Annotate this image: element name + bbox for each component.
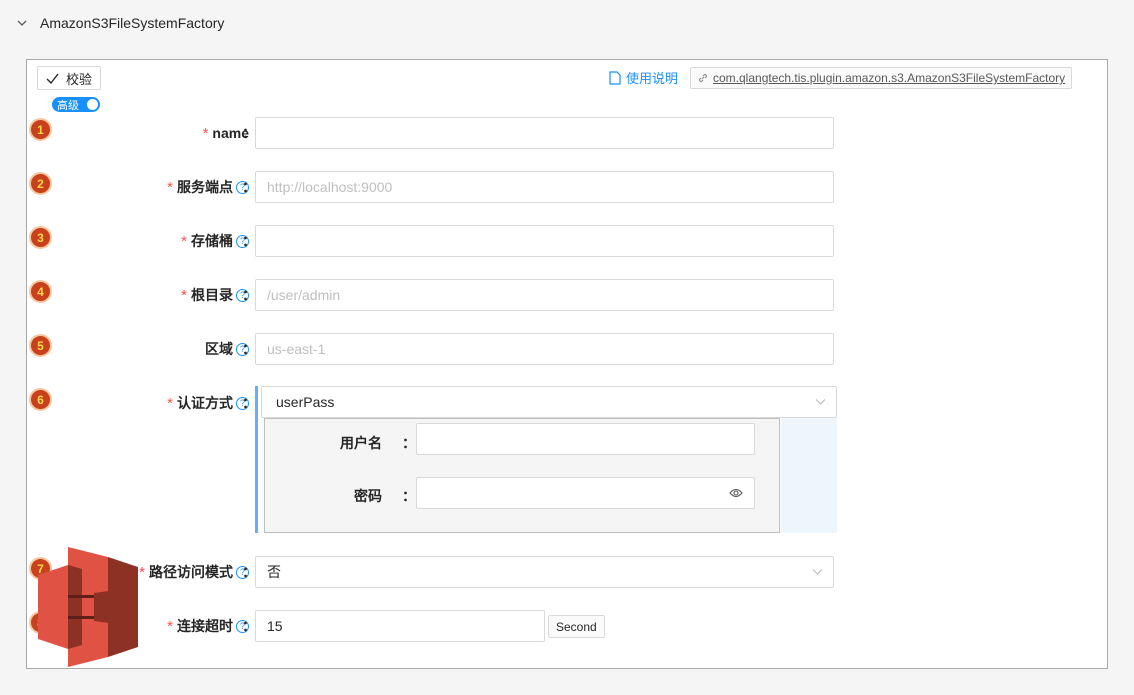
username-input[interactable] [416,423,755,455]
field-label-auth: * 认证方式 ? [167,387,249,419]
document-icon [609,70,621,85]
field-label-text: 区域 [205,341,233,357]
chevron-down-icon [815,399,826,405]
plugin-config-panel: 校验 高级 使用说明 com.qlangtech.tis.plugin.amaz… [26,59,1108,669]
chevron-down-icon [17,20,27,26]
chevron-down-icon [812,569,823,575]
timeout-unit-button[interactable]: Second [548,615,605,638]
path-style-select[interactable]: 否 [255,556,834,588]
endpoint-input[interactable]: http://localhost:9000 [255,171,834,203]
field-colon: ： [242,287,256,303]
field-row-path-style: * 路径访问模式 ? ： 否 [27,556,1107,588]
link-icon [698,73,708,83]
plugin-class-link[interactable]: com.qlangtech.tis.plugin.amazon.s3.Amazo… [690,67,1073,89]
region-input[interactable]: us-east-1 [255,333,834,365]
field-row-root-dir: * 根目录 ? ： /user/admin [27,279,1107,311]
advanced-toggle[interactable]: 高级 [52,97,100,112]
root-dir-input[interactable]: /user/admin [255,279,834,311]
field-colon: ： [242,618,256,634]
amazon-s3-logo [38,547,138,667]
auth-method-select[interactable]: userPass [261,386,837,418]
field-colon: ： [402,435,416,451]
plugin-class-name: com.qlangtech.tis.plugin.amazon.s3.Amazo… [713,71,1066,85]
verify-button-label: 校验 [66,71,93,87]
field-label-text: 根目录 [191,287,233,303]
field-colon: ： [242,395,256,411]
auth-method-value: userPass [276,394,335,410]
required-mark: * [167,617,173,635]
required-mark: * [181,232,187,250]
auth-config-box: userPass 用户名 ： 密码 ： [255,386,837,533]
field-colon: ： [242,341,256,357]
field-row-bucket: * 存储桶 ? ： [27,225,1107,257]
section-header[interactable]: AmazonS3FileSystemFactory [0,0,1134,46]
verify-button[interactable]: 校验 [37,66,102,90]
field-colon: ： [402,488,416,504]
section-title: AmazonS3FileSystemFactory [40,15,225,31]
advanced-toggle-label: 高级 [57,99,79,112]
field-label-text: 连接超时 [177,618,233,634]
required-mark: * [167,178,173,196]
required-mark: * [167,394,173,412]
field-colon: ： [242,233,256,249]
path-style-value: 否 [267,564,281,580]
field-label-text: 服务端点 [177,179,233,195]
field-label-root-dir: * 根目录 ? [181,279,249,311]
field-label-path-style: * 路径访问模式 ? [139,556,249,588]
required-mark: * [139,563,145,581]
auth-side-panel [781,418,837,533]
toggle-knob [87,99,98,110]
name-input[interactable] [255,117,834,149]
field-label-text: 路径访问模式 [149,564,233,580]
auth-userpass-form: 用户名 ： 密码 ： [264,418,780,533]
field-label-text: 认证方式 [177,395,233,411]
field-row-region: 区域 ? ： us-east-1 [27,333,1107,365]
bucket-input[interactable] [255,225,834,257]
field-label-endpoint: * 服务端点 ? [167,171,249,203]
timeout-input[interactable]: 15 [255,610,545,642]
field-label-bucket: * 存储桶 ? [181,225,249,257]
field-row-name: * name ： [27,117,1107,149]
field-colon: ： [242,125,256,141]
field-row-endpoint: * 服务端点 ? ： http://localhost:9000 [27,171,1107,203]
required-mark: * [181,286,187,304]
field-colon: ： [242,179,256,195]
field-label-text: 存储桶 [191,233,233,249]
password-input[interactable] [416,477,755,509]
eye-icon[interactable] [729,487,743,499]
doc-link[interactable]: 使用说明 [609,68,678,87]
required-mark: * [202,124,209,142]
password-label: 密码 [354,488,382,504]
field-label-timeout: * 连接超时 ? [167,610,249,642]
check-icon [46,73,59,84]
field-colon: ： [242,564,256,580]
username-label: 用户名 [340,435,382,451]
doc-link-label: 使用说明 [626,71,679,86]
